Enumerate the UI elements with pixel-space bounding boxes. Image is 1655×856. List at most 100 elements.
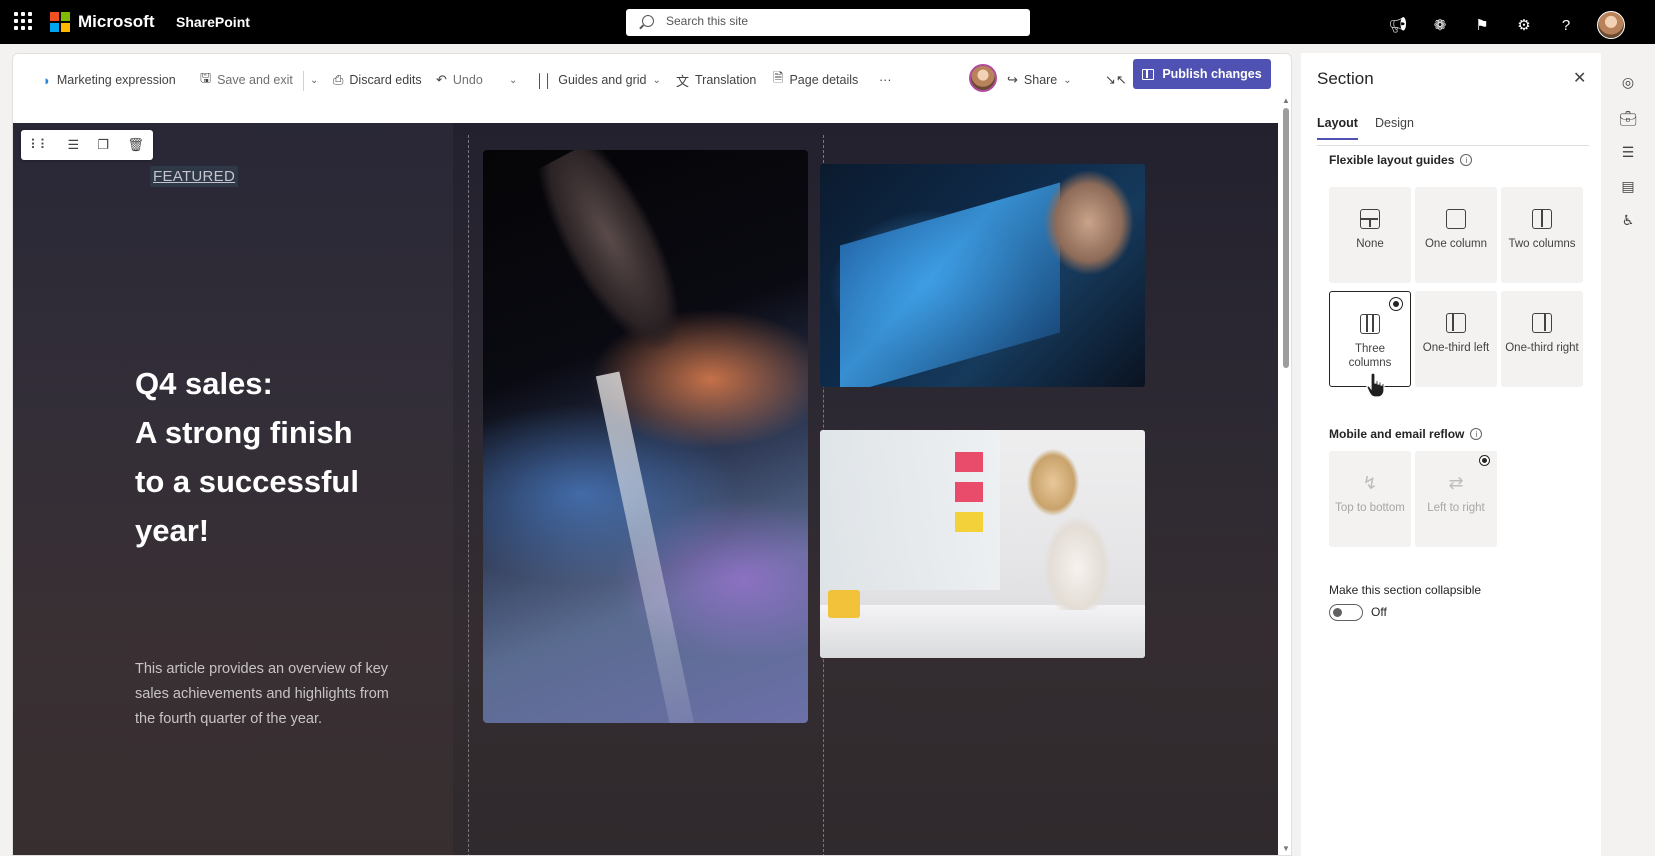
site-search[interactable] [626, 9, 1030, 36]
copilot-icon[interactable]: ◎ [1619, 73, 1637, 91]
scroll-up-icon[interactable]: ▲ [1282, 96, 1290, 105]
headline-line: year! [135, 513, 210, 548]
info-icon[interactable]: i [1470, 428, 1483, 440]
drag-handle-icon[interactable]: ⠇⠇ [30, 137, 49, 153]
collapsible-toggle[interactable] [1329, 604, 1363, 621]
accessibility-icon[interactable]: ♿︎ [1619, 211, 1637, 229]
page-details-button[interactable]: 🗎︎ Page details [773, 67, 858, 93]
properties-icon[interactable]: ☰ [1619, 143, 1637, 161]
reflow-label: Mobile and email reflow [1329, 427, 1465, 441]
coauthor-avatar[interactable] [969, 64, 997, 92]
headline[interactable]: Q4 sales: A strong finish to a successfu… [135, 359, 435, 555]
image-woman-writing[interactable] [820, 430, 1145, 658]
layout-none-option[interactable]: None [1329, 187, 1411, 283]
reflow-left-to-right-option[interactable]: ⇄ Left to right [1415, 451, 1497, 547]
scroll-thumb[interactable] [1283, 108, 1289, 368]
image-data-visualization[interactable] [483, 150, 808, 723]
image-financial-screen[interactable] [820, 164, 1145, 387]
headline-line: to a successful [135, 464, 359, 499]
collapsible-label: Make this section collapsible [1329, 583, 1482, 597]
translation-button[interactable]: 文 Translation [676, 67, 756, 93]
megaphone-icon[interactable]: 📢︎ [1387, 14, 1409, 36]
layout-none-icon [1360, 209, 1380, 229]
layout-one-third-left-option[interactable]: One-third left [1415, 291, 1497, 387]
toolbox-icon[interactable]: 💼︎ [1619, 109, 1637, 127]
discard-icon: ⎙ [333, 72, 344, 87]
section-toolbar: ⠇⠇ ☰ ❐ 🗑︎ [21, 130, 153, 160]
publish-icon [1142, 68, 1155, 80]
help-icon[interactable]: ? [1555, 14, 1577, 36]
reflow-heading: Mobile and email reflow i [1329, 427, 1483, 441]
share-icon: ↪ [1007, 72, 1018, 87]
undo-label: Undo [452, 73, 483, 87]
app-launcher-icon[interactable] [14, 12, 32, 30]
layout-one-third-right-option[interactable]: One-third right [1501, 291, 1583, 387]
undo-button[interactable]: ↶ Undo [436, 67, 483, 93]
featured-label[interactable]: FEATURED [150, 166, 239, 187]
discard-edits-label: Discard edits [349, 73, 422, 87]
user-avatar[interactable] [1597, 11, 1625, 39]
layout-one-column-option[interactable]: One column [1415, 187, 1497, 283]
one-column-icon [1446, 209, 1466, 229]
description-text[interactable]: This article provides an overview of key… [135, 657, 395, 732]
top-to-bottom-icon: ↯ [1362, 473, 1378, 493]
web-part-icon[interactable]: ▤ [1619, 177, 1637, 195]
section-panel: Section ✕ Layout Design Flexible layout … [1301, 53, 1601, 856]
right-rail: ◎ 💼︎ ☰ ▤ ♿︎ [1601, 53, 1655, 856]
duplicate-icon[interactable]: ❐ [97, 137, 109, 153]
publish-changes-button[interactable]: Publish changes [1133, 59, 1271, 89]
page-name-button[interactable]: ◗ Marketing expression [43, 67, 176, 93]
layout-one-third-right-label: One-third right [1505, 342, 1579, 354]
hand-cursor-icon [1366, 372, 1385, 398]
tab-layout[interactable]: Layout [1317, 116, 1358, 140]
microsoft-logo [50, 12, 70, 32]
sharepoint-icon[interactable]: ❁ [1429, 14, 1451, 36]
translation-icon: 文 [676, 73, 690, 89]
save-icon: 🖫︎ [200, 70, 212, 85]
chevron-down-icon: ⌄ [310, 74, 319, 86]
reflow-top-to-bottom-option[interactable]: ↯ Top to bottom [1329, 451, 1411, 547]
save-options-dropdown[interactable]: ⌄ [310, 67, 318, 93]
column-guide [468, 135, 469, 855]
share-button[interactable]: ↪ Share ⌄ [1007, 67, 1072, 93]
left-to-right-icon: ⇄ [1448, 473, 1464, 493]
divider [303, 71, 304, 91]
collapse-icon[interactable]: ↘↖ [1105, 67, 1127, 93]
flag-icon[interactable]: ⚑ [1471, 14, 1493, 36]
more-options-label: ··· [879, 73, 892, 87]
command-bar: ◗ Marketing expression 🖫︎ Save and exit … [13, 54, 1291, 106]
undo-icon: ↶ [436, 72, 447, 87]
selected-radio-icon [1480, 456, 1489, 465]
delete-icon[interactable]: 🗑︎ [127, 137, 144, 153]
vertical-scrollbar[interactable]: ▲ ▼ [1279, 94, 1291, 855]
search-input[interactable] [666, 14, 1016, 28]
microsoft-brand[interactable]: Microsoft [78, 12, 155, 32]
one-third-right-icon [1532, 313, 1552, 333]
page-name-label: Marketing expression [56, 73, 176, 87]
page-details-label: Page details [789, 73, 859, 87]
headline-line: A strong finish [135, 415, 353, 450]
panel-title: Section [1317, 69, 1374, 88]
three-columns-icon [1360, 314, 1380, 334]
search-icon [642, 15, 654, 27]
settings-gear-icon[interactable]: ⚙ [1513, 14, 1535, 36]
edit-section-icon[interactable]: ☰ [67, 137, 79, 153]
info-icon[interactable]: i [1460, 154, 1473, 166]
layout-two-columns-option[interactable]: Two columns [1501, 187, 1583, 283]
discard-edits-button[interactable]: ⎙ Discard edits [333, 67, 422, 93]
section-canvas[interactable]: ⠇⠇ ☰ ❐ 🗑︎ + ✦ FEATURED Q4 sales: A stron… [13, 123, 1278, 855]
layout-guides-heading: Flexible layout guides i [1329, 153, 1473, 167]
share-label: Share [1023, 73, 1058, 87]
more-options-button[interactable]: ··· [879, 67, 892, 93]
scroll-down-icon[interactable]: ▼ [1282, 844, 1290, 853]
undo-options-dropdown[interactable]: ⌄ [509, 67, 517, 93]
suite-bar: Microsoft SharePoint 📢︎ ❁ ⚑ ⚙ ? [0, 0, 1655, 44]
guides-and-grid-button[interactable]: ││ Guides and grid ⌄ [536, 67, 661, 93]
chevron-down-icon: ⌄ [652, 74, 661, 86]
layout-none-label: None [1356, 238, 1384, 250]
sharepoint-app-name[interactable]: SharePoint [176, 14, 250, 30]
close-icon[interactable]: ✕ [1573, 68, 1586, 88]
tab-design[interactable]: Design [1375, 116, 1414, 138]
save-and-exit-button[interactable]: 🖫︎ Save and exit [200, 67, 293, 93]
page-editor: ◗ Marketing expression 🖫︎ Save and exit … [12, 53, 1292, 856]
